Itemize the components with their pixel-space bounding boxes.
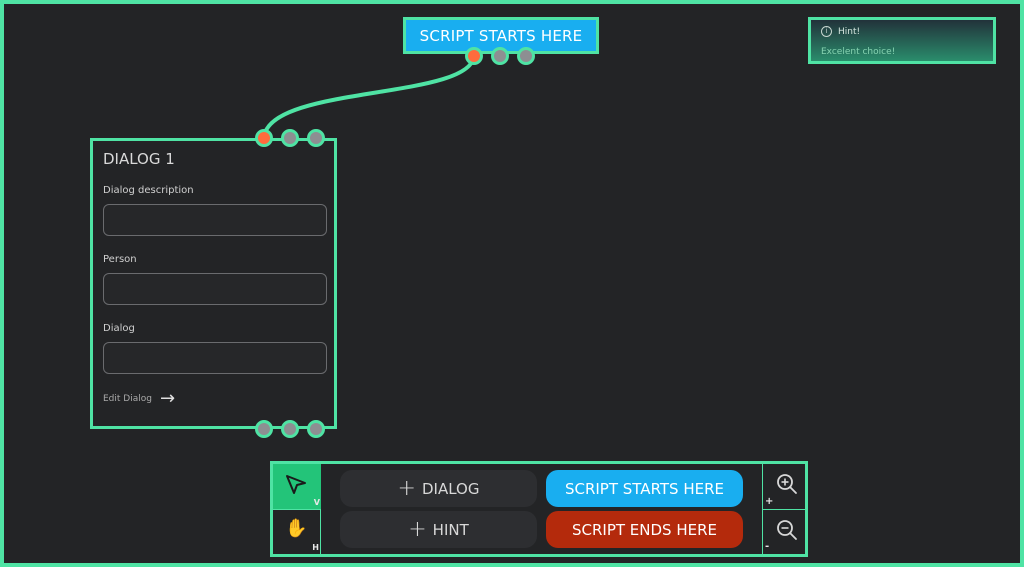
cursor-arrow-icon [286, 475, 306, 494]
dialog-output-port-1[interactable] [255, 420, 273, 438]
info-icon: i [821, 26, 832, 37]
zoom-in-button[interactable]: + [762, 464, 808, 509]
dialog-output-port-3[interactable] [307, 420, 325, 438]
plus-icon: + [397, 476, 416, 501]
hand-shortcut-key: H [312, 543, 319, 552]
hint-text: Excelent choice! [821, 47, 896, 57]
start-output-port-3[interactable] [517, 47, 535, 65]
zoom-out-shortcut: - [765, 541, 770, 552]
add-hint-button[interactable]: + HINT [340, 511, 537, 548]
dialog-input-port-1[interactable] [255, 129, 273, 147]
dialog-input-port-2[interactable] [281, 129, 299, 147]
add-dialog-button[interactable]: + DIALOG [340, 470, 537, 507]
zoom-in-shortcut: + [765, 496, 774, 507]
hint-node[interactable]: i Hint! Excelent choice! [808, 17, 996, 64]
script-start-label: SCRIPT STARTS HERE [564, 479, 725, 498]
select-tool-button[interactable]: V [273, 464, 321, 509]
edit-dialog-link[interactable]: Edit Dialog → [103, 388, 324, 409]
add-dialog-label: DIALOG [421, 479, 480, 498]
dialog-input[interactable] [103, 342, 327, 374]
hand-icon: ✋ [285, 518, 308, 539]
dialog-description-input[interactable] [103, 204, 327, 236]
zoom-out-icon [777, 520, 797, 540]
script-end-label: SCRIPT ENDS HERE [571, 520, 717, 539]
arrow-right-icon: → [159, 388, 176, 409]
plus-icon: + [408, 517, 427, 542]
zoom-in-icon [777, 474, 797, 494]
field-label-description: Dialog description [103, 185, 194, 196]
field-label-dialog: Dialog [103, 323, 135, 334]
add-hint-label: HINT [432, 520, 469, 539]
dialog-title: DIALOG 1 [103, 150, 175, 168]
add-script-start-button[interactable]: SCRIPT STARTS HERE [546, 470, 743, 507]
person-input[interactable] [103, 273, 327, 305]
zoom-out-button[interactable]: - [762, 509, 808, 554]
add-script-end-button[interactable]: SCRIPT ENDS HERE [546, 511, 743, 548]
dialog-input-port-3[interactable] [307, 129, 325, 147]
hint-title: Hint! [838, 26, 861, 37]
edit-dialog-label: Edit Dialog [103, 394, 152, 404]
start-node-label: SCRIPT STARTS HERE [419, 26, 583, 45]
start-output-port-2[interactable] [491, 47, 509, 65]
select-shortcut-key: V [313, 498, 320, 507]
field-label-person: Person [103, 254, 137, 265]
dialog-output-port-2[interactable] [281, 420, 299, 438]
dialog-node[interactable]: DIALOG 1 Dialog description Person Dialo… [90, 138, 337, 429]
hand-tool-button[interactable]: ✋ H [273, 509, 321, 554]
start-output-port-1[interactable] [465, 47, 483, 65]
bottom-toolbar: V ✋ H + DIALOG + HINT SCRIPT STARTS HERE… [270, 461, 808, 557]
